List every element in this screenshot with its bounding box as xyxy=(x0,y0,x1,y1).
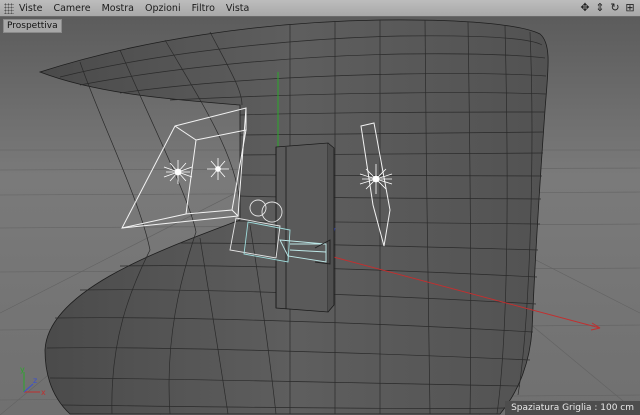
grid-spacing-label: Spaziatura Griglia : 100 cm xyxy=(505,401,640,415)
menu-filtro[interactable]: Filtro xyxy=(192,3,215,14)
cinema4d-viewport-window: Viste Camere Mostra Opzioni Filtro Vista… xyxy=(0,0,640,415)
grip-icon[interactable] xyxy=(4,2,14,14)
menu-opzioni[interactable]: Opzioni xyxy=(145,3,181,14)
viewport-scene: y x z xyxy=(0,17,640,415)
menu-camere[interactable]: Camere xyxy=(53,3,90,14)
scale-icon[interactable]: ⇕ xyxy=(594,1,606,15)
x-axis-label: x xyxy=(41,388,46,397)
rotate-icon[interactable]: ↻ xyxy=(609,1,621,15)
z-axis-label: z xyxy=(33,376,37,385)
center-panel xyxy=(275,142,335,313)
y-axis-label: y xyxy=(20,365,25,374)
menu-mostra[interactable]: Mostra xyxy=(102,3,134,14)
viewport-menubar: Viste Camere Mostra Opzioni Filtro Vista… xyxy=(0,0,640,17)
maximize-icon[interactable]: ⊞ xyxy=(624,1,636,15)
view-name-label: Prospettiva xyxy=(3,19,62,33)
menu-vista[interactable]: Vista xyxy=(226,3,249,14)
viewport-nav-icons: ✥ ⇕ ↻ ⊞ xyxy=(579,1,636,15)
move-icon[interactable]: ✥ xyxy=(579,1,591,15)
menu-viste[interactable]: Viste xyxy=(19,3,42,14)
perspective-viewport[interactable]: y x z Prospettiva Spaziatura Griglia : 1… xyxy=(0,17,640,415)
